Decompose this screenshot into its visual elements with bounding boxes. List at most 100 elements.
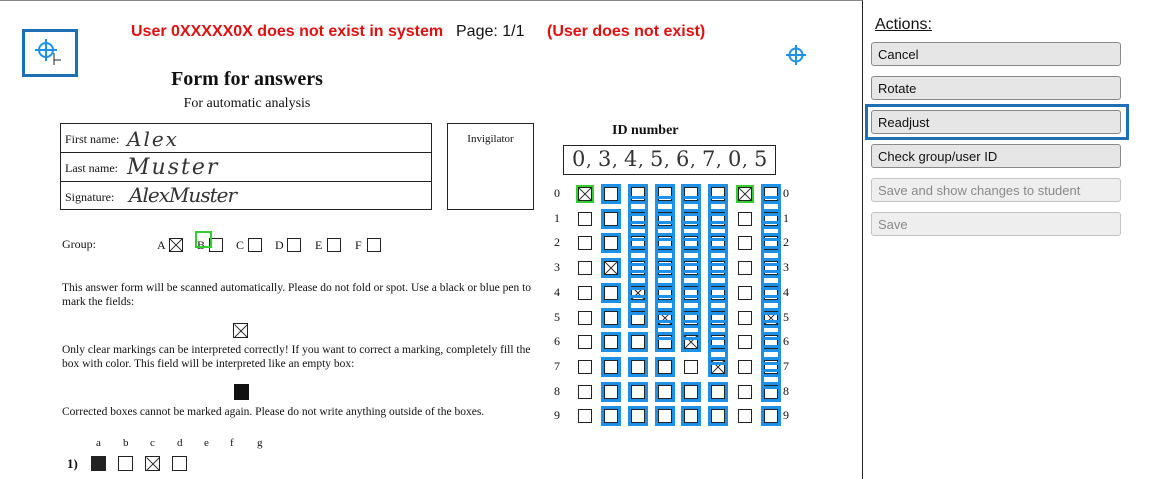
id-row-digit-left: 5 (554, 309, 560, 324)
id-detection-overlay[interactable] (628, 221, 648, 242)
answer-box-c-marked (145, 456, 160, 471)
first-name-value: Alex (127, 127, 179, 151)
id-detection-overlay[interactable] (628, 406, 648, 427)
id-detection-overlay[interactable] (628, 196, 648, 217)
group-option-box (287, 238, 301, 252)
readjust-button[interactable]: Readjust (871, 110, 1121, 134)
id-detection-overlay[interactable] (681, 295, 701, 316)
id-detection-overlay[interactable] (655, 295, 675, 316)
id-row-digit-left: 4 (554, 284, 560, 299)
id-detection-overlay[interactable] (655, 381, 675, 402)
id-detection-overlay[interactable] (601, 406, 621, 427)
id-detection-overlay[interactable] (681, 319, 701, 340)
id-detection-overlay[interactable] (601, 356, 621, 377)
id-detection-overlay[interactable] (708, 381, 728, 402)
id-detection-overlay[interactable] (708, 221, 728, 242)
id-detection-overlay[interactable] (628, 356, 648, 377)
id-detection-overlay[interactable] (655, 406, 675, 427)
signature-value: AlexMuster (129, 183, 237, 207)
id-row-digit-left: 0 (554, 186, 560, 200)
id-detection-overlay[interactable] (655, 319, 675, 340)
id-detection-overlay[interactable] (655, 245, 675, 266)
id-match-overlay[interactable] (576, 185, 594, 203)
id-detection-overlay[interactable] (708, 245, 728, 266)
id-detection-overlay[interactable] (681, 221, 701, 242)
id-detection-overlay[interactable] (601, 208, 621, 229)
first-name-label: First name: (65, 132, 120, 146)
group-option-letter: F (355, 238, 362, 252)
id-detection-overlay[interactable] (655, 221, 675, 242)
id-detection-overlay[interactable] (655, 270, 675, 291)
id-detection-overlay[interactable] (708, 406, 728, 427)
id-detection-overlay[interactable] (681, 406, 701, 427)
answer-column-letter: b (123, 437, 129, 449)
id-detection-overlay[interactable] (601, 307, 621, 328)
id-detection-overlay[interactable] (708, 319, 728, 340)
id-detection-overlay[interactable] (761, 406, 781, 427)
signature-label: Signature: (65, 190, 115, 204)
cancel-button[interactable]: Cancel (871, 42, 1121, 66)
group-option-letter: E (315, 238, 323, 252)
last-name-label: Last name: (65, 161, 118, 175)
group-match-overlay[interactable] (195, 231, 212, 248)
id-detection-overlay[interactable] (681, 196, 701, 217)
id-grid-box (578, 409, 592, 424)
id-grid-box (578, 310, 592, 325)
id-detection-overlay[interactable] (761, 221, 781, 242)
id-detection-overlay[interactable] (708, 270, 728, 291)
id-grid-box (578, 261, 592, 276)
id-detection-overlay[interactable] (681, 381, 701, 402)
id-row-digit-left: 3 (554, 260, 560, 275)
rotate-button[interactable]: Rotate (871, 76, 1121, 100)
save-button[interactable]: Save (871, 212, 1121, 236)
id-detection-overlay[interactable] (681, 245, 701, 266)
group-option-box (169, 238, 183, 252)
id-row-digit-right: 4 (783, 284, 789, 299)
id-detection-overlay[interactable] (628, 332, 648, 353)
id-row-digit-right: 2 (783, 235, 789, 250)
save-and-show-changes-button[interactable]: Save and show changes to student (871, 178, 1121, 202)
id-detection-overlay[interactable] (708, 295, 728, 316)
id-detection-overlay[interactable] (601, 282, 621, 303)
answer-box-b (118, 456, 133, 471)
example-marked-box (233, 323, 248, 338)
id-row-digit-right: 5 (783, 309, 789, 324)
id-detection-overlay[interactable] (601, 381, 621, 402)
id-detection-overlay[interactable] (761, 270, 781, 291)
id-detection-overlay[interactable] (628, 245, 648, 266)
id-detection-overlay[interactable] (761, 196, 781, 217)
id-detection-overlay[interactable] (628, 295, 648, 316)
id-digit-separator: , (612, 150, 618, 171)
id-detection-overlay[interactable] (655, 356, 675, 377)
id-detection-overlay[interactable] (681, 270, 701, 291)
id-detection-overlay[interactable] (708, 196, 728, 217)
id-row-digit-right: 0 (783, 186, 789, 200)
id-detection-overlay[interactable] (708, 344, 728, 365)
id-detection-overlay[interactable] (761, 295, 781, 316)
id-digit-separator: , (586, 150, 592, 171)
answer-box-a-filled (91, 456, 106, 471)
invigilator-label: Invigilator (467, 133, 514, 145)
group-option-letter: A (157, 238, 166, 252)
group-label: Group: (62, 237, 96, 251)
id-detection-overlay[interactable] (601, 258, 621, 279)
id-detection-overlay[interactable] (655, 196, 675, 217)
id-row-digit-left: 9 (554, 408, 560, 423)
question-label: 1) (67, 456, 78, 471)
id-match-overlay[interactable] (736, 185, 754, 203)
actions-title: Actions: (875, 16, 932, 33)
check-group-user-id-button[interactable]: Check group/user ID (871, 144, 1121, 168)
id-detection-overlay[interactable] (628, 270, 648, 291)
crosshair-icon[interactable] (786, 45, 806, 65)
id-row-digit-left: 2 (554, 235, 560, 250)
id-detection-overlay[interactable] (761, 369, 781, 390)
id-detection-overlay[interactable] (601, 184, 621, 204)
id-detection-overlay[interactable] (628, 381, 648, 402)
id-detection-overlay[interactable] (761, 245, 781, 266)
id-detection-overlay[interactable] (761, 344, 781, 365)
id-grid-box (738, 335, 752, 350)
answer-column-letter: e (204, 437, 209, 449)
id-detection-overlay[interactable] (601, 233, 621, 254)
id-detection-overlay[interactable] (601, 332, 621, 353)
id-detection-overlay[interactable] (761, 319, 781, 340)
